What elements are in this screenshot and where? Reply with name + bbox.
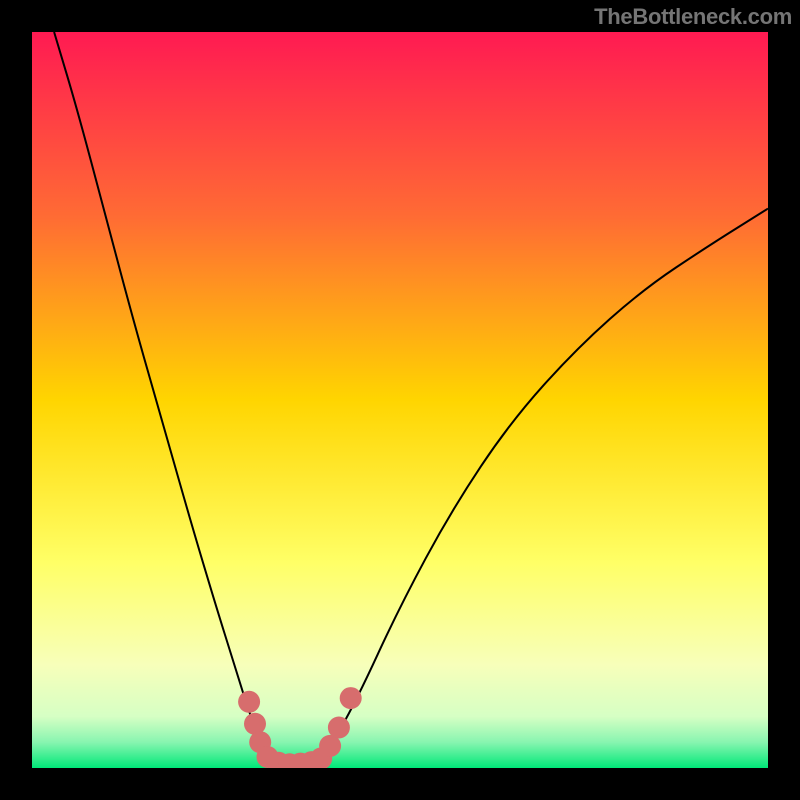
chart-svg xyxy=(32,32,768,768)
marker-point xyxy=(340,687,362,709)
marker-point xyxy=(328,717,350,739)
watermark-text: TheBottleneck.com xyxy=(594,4,792,30)
chart-plot-area xyxy=(32,32,768,768)
marker-point xyxy=(238,691,260,713)
chart-background xyxy=(32,32,768,768)
